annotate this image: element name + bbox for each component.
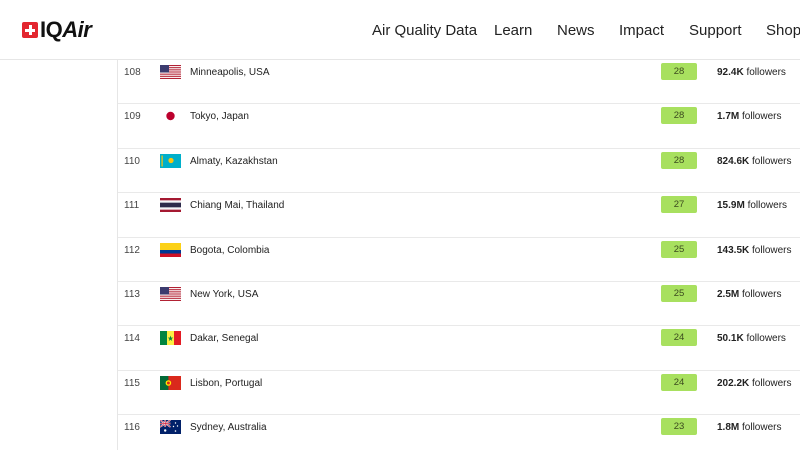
followers-label: followers	[746, 333, 786, 345]
aqi-badge: 28	[661, 63, 697, 80]
followers-label: followers	[752, 377, 792, 389]
aqi-badge: 28	[661, 107, 697, 125]
followers-count: 202.2K followers	[717, 371, 792, 397]
followers-count: 143.5K followers	[717, 238, 792, 264]
nav-shop[interactable]: Shop	[766, 21, 800, 41]
aqi-badge: 24	[661, 373, 697, 391]
city-name-link[interactable]: Tokyo, Japan	[190, 104, 249, 130]
nav-impact[interactable]: Impact	[619, 21, 664, 41]
city-name-link[interactable]: Chiang Mai, Thailand	[190, 193, 284, 219]
followers-label: followers	[747, 200, 788, 212]
rank: 109	[124, 111, 141, 123]
rank: 115	[124, 377, 140, 389]
nav-learn[interactable]: Learn	[494, 21, 532, 41]
table-row[interactable]: 112 Bogota, Colombia 25 143.5K followers	[118, 238, 800, 282]
aqi-badge: 23	[661, 418, 697, 436]
followers-count: 50.1K followers	[717, 326, 786, 352]
flag-kz-icon	[160, 153, 181, 168]
main-nav: Air Quality Data Learn News Impact Suppo…	[0, 21, 800, 41]
followers-label: followers	[742, 422, 782, 434]
city-name-link[interactable]: Dakar, Senegal	[190, 326, 258, 352]
followers-number: 1.7M	[717, 111, 740, 123]
flag-co-icon	[160, 242, 181, 257]
followers-label: followers	[752, 155, 792, 167]
followers-number: 1.8M	[717, 422, 740, 434]
followers-number: 92.4K	[717, 67, 744, 78]
followers-number: 143.5K	[717, 244, 750, 256]
table-row[interactable]: 108 Minneapolis, USA 28 92.4K followers	[118, 60, 800, 105]
nav-news[interactable]: News	[557, 21, 595, 41]
nav-air-quality-data[interactable]: Air Quality Data	[372, 21, 477, 41]
followers-number: 2.5M	[717, 289, 740, 300]
rank: 111	[124, 200, 140, 212]
table-row[interactable]: 113 New York, USA 25 2.5M followers	[118, 282, 800, 327]
flag-pt-icon	[160, 375, 181, 390]
followers-number: 202.2K	[717, 377, 750, 389]
table-row[interactable]: 111 Chiang Mai, Thailand 27 15.9M follow…	[118, 193, 800, 238]
rank: 114	[124, 333, 140, 345]
city-name-link[interactable]: New York, USA	[190, 282, 258, 308]
aqi-badge: 28	[661, 151, 697, 169]
aqi-badge: 25	[661, 240, 697, 258]
rank: 108	[124, 67, 141, 78]
followers-label: followers	[742, 289, 782, 300]
table-row[interactable]: 116 Sydney, Australia 23 1.8M followers	[118, 415, 800, 450]
followers-count: 2.5M followers	[717, 282, 781, 308]
table-row[interactable]: 109 Tokyo, Japan 28 1.7M followers	[118, 104, 800, 149]
flag-th-icon	[160, 198, 181, 213]
aqi-badge: 27	[661, 196, 697, 214]
flag-sn-icon	[160, 331, 181, 346]
followers-number: 15.9M	[717, 200, 745, 212]
city-name-link[interactable]: Bogota, Colombia	[190, 238, 270, 264]
followers-count: 1.8M followers	[717, 415, 781, 441]
followers-count: 824.6K followers	[717, 149, 792, 175]
followers-count: 1.7M followers	[717, 104, 781, 130]
city-name-link[interactable]: Minneapolis, USA	[190, 60, 269, 86]
table-row[interactable]: 115 Lisbon, Portugal 24 202.2K followers	[118, 371, 800, 416]
followers-number: 50.1K	[717, 333, 744, 345]
rank: 110	[124, 155, 140, 167]
flag-au-icon	[160, 420, 181, 435]
flag-us-icon	[160, 65, 181, 79]
followers-count: 15.9M followers	[717, 193, 787, 219]
city-ranking-table: 108 Minneapolis, USA 28 92.4K followers …	[117, 60, 800, 450]
aqi-badge: 25	[661, 285, 697, 302]
city-name-link[interactable]: Almaty, Kazakhstan	[190, 149, 278, 175]
followers-count: 92.4K followers	[717, 60, 786, 86]
city-name-link[interactable]: Sydney, Australia	[190, 415, 267, 441]
rank: 112	[124, 244, 140, 256]
followers-number: 824.6K	[717, 155, 750, 167]
nav-support[interactable]: Support	[689, 21, 742, 41]
rank: 113	[124, 289, 140, 300]
followers-label: followers	[742, 111, 782, 123]
table-row[interactable]: 114 Dakar, Senegal 24 50.1K followers	[118, 326, 800, 371]
flag-us-icon	[160, 287, 181, 301]
rank: 116	[124, 422, 140, 434]
followers-label: followers	[752, 244, 792, 256]
flag-jp-icon	[160, 109, 181, 124]
table-row[interactable]: 110 Almaty, Kazakhstan 28 824.6K followe…	[118, 149, 800, 194]
site-header: IQAir Air Quality Data Learn News Impact…	[0, 0, 800, 60]
aqi-badge: 24	[661, 329, 697, 347]
followers-label: followers	[746, 67, 786, 78]
city-name-link[interactable]: Lisbon, Portugal	[190, 371, 262, 397]
